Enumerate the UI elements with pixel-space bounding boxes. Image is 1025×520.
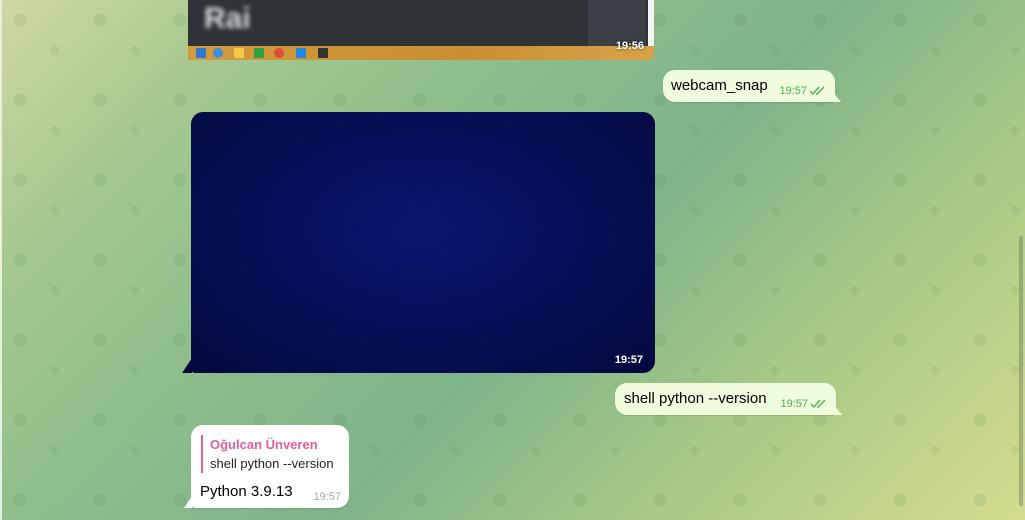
message-time: 19:56 bbox=[615, 40, 644, 52]
quoted-reply[interactable]: Oğulcan Ünveren shell python --version bbox=[201, 435, 334, 473]
message-meta: 19:57 bbox=[779, 85, 827, 97]
screenshot-blurred-text: Rai bbox=[204, 2, 251, 35]
screenshot-taskbar bbox=[188, 46, 654, 60]
quoted-sender-name: Oğulcan Ünveren bbox=[210, 437, 318, 452]
message-time: 19:57 bbox=[779, 85, 807, 97]
file-explorer-icon bbox=[234, 48, 244, 58]
bubble-tail bbox=[833, 92, 841, 102]
message-time: 19:57 bbox=[780, 398, 808, 410]
message-text: shell python --version bbox=[624, 390, 767, 407]
outgoing-message-webcam[interactable]: webcam_snap 19:57 bbox=[663, 70, 841, 102]
message-text: webcam_snap bbox=[671, 77, 768, 94]
screenshot-window: Rai bbox=[188, 0, 654, 46]
chat-scrollbar[interactable] bbox=[1019, 236, 1023, 506]
double-check-icon bbox=[809, 86, 825, 96]
ie-icon bbox=[213, 48, 223, 58]
terminal-icon bbox=[318, 48, 328, 58]
double-check-icon bbox=[810, 399, 826, 409]
incoming-reply-message[interactable]: Oğulcan Ünveren shell python --version P… bbox=[191, 425, 349, 508]
screenshot-edge bbox=[648, 0, 654, 46]
store-icon bbox=[254, 48, 264, 58]
message-time: 19:57 bbox=[313, 491, 341, 503]
quoted-message-text: shell python --version bbox=[210, 456, 334, 471]
message-meta: 19:57 bbox=[780, 398, 828, 410]
windows-start-icon bbox=[196, 48, 206, 58]
message-text: Python 3.9.13 bbox=[200, 483, 293, 500]
vscode-icon bbox=[296, 48, 306, 58]
webcam-snapshot-image[interactable]: 19:57 bbox=[191, 112, 655, 373]
chat-left-border bbox=[0, 0, 2, 520]
chrome-icon bbox=[274, 48, 284, 58]
screenshot-message[interactable]: Rai 19:56 bbox=[188, 0, 654, 60]
message-time: 19:57 bbox=[614, 354, 643, 366]
bubble-tail bbox=[834, 405, 842, 415]
outgoing-message-shell[interactable]: shell python --version 19:57 bbox=[615, 383, 842, 415]
